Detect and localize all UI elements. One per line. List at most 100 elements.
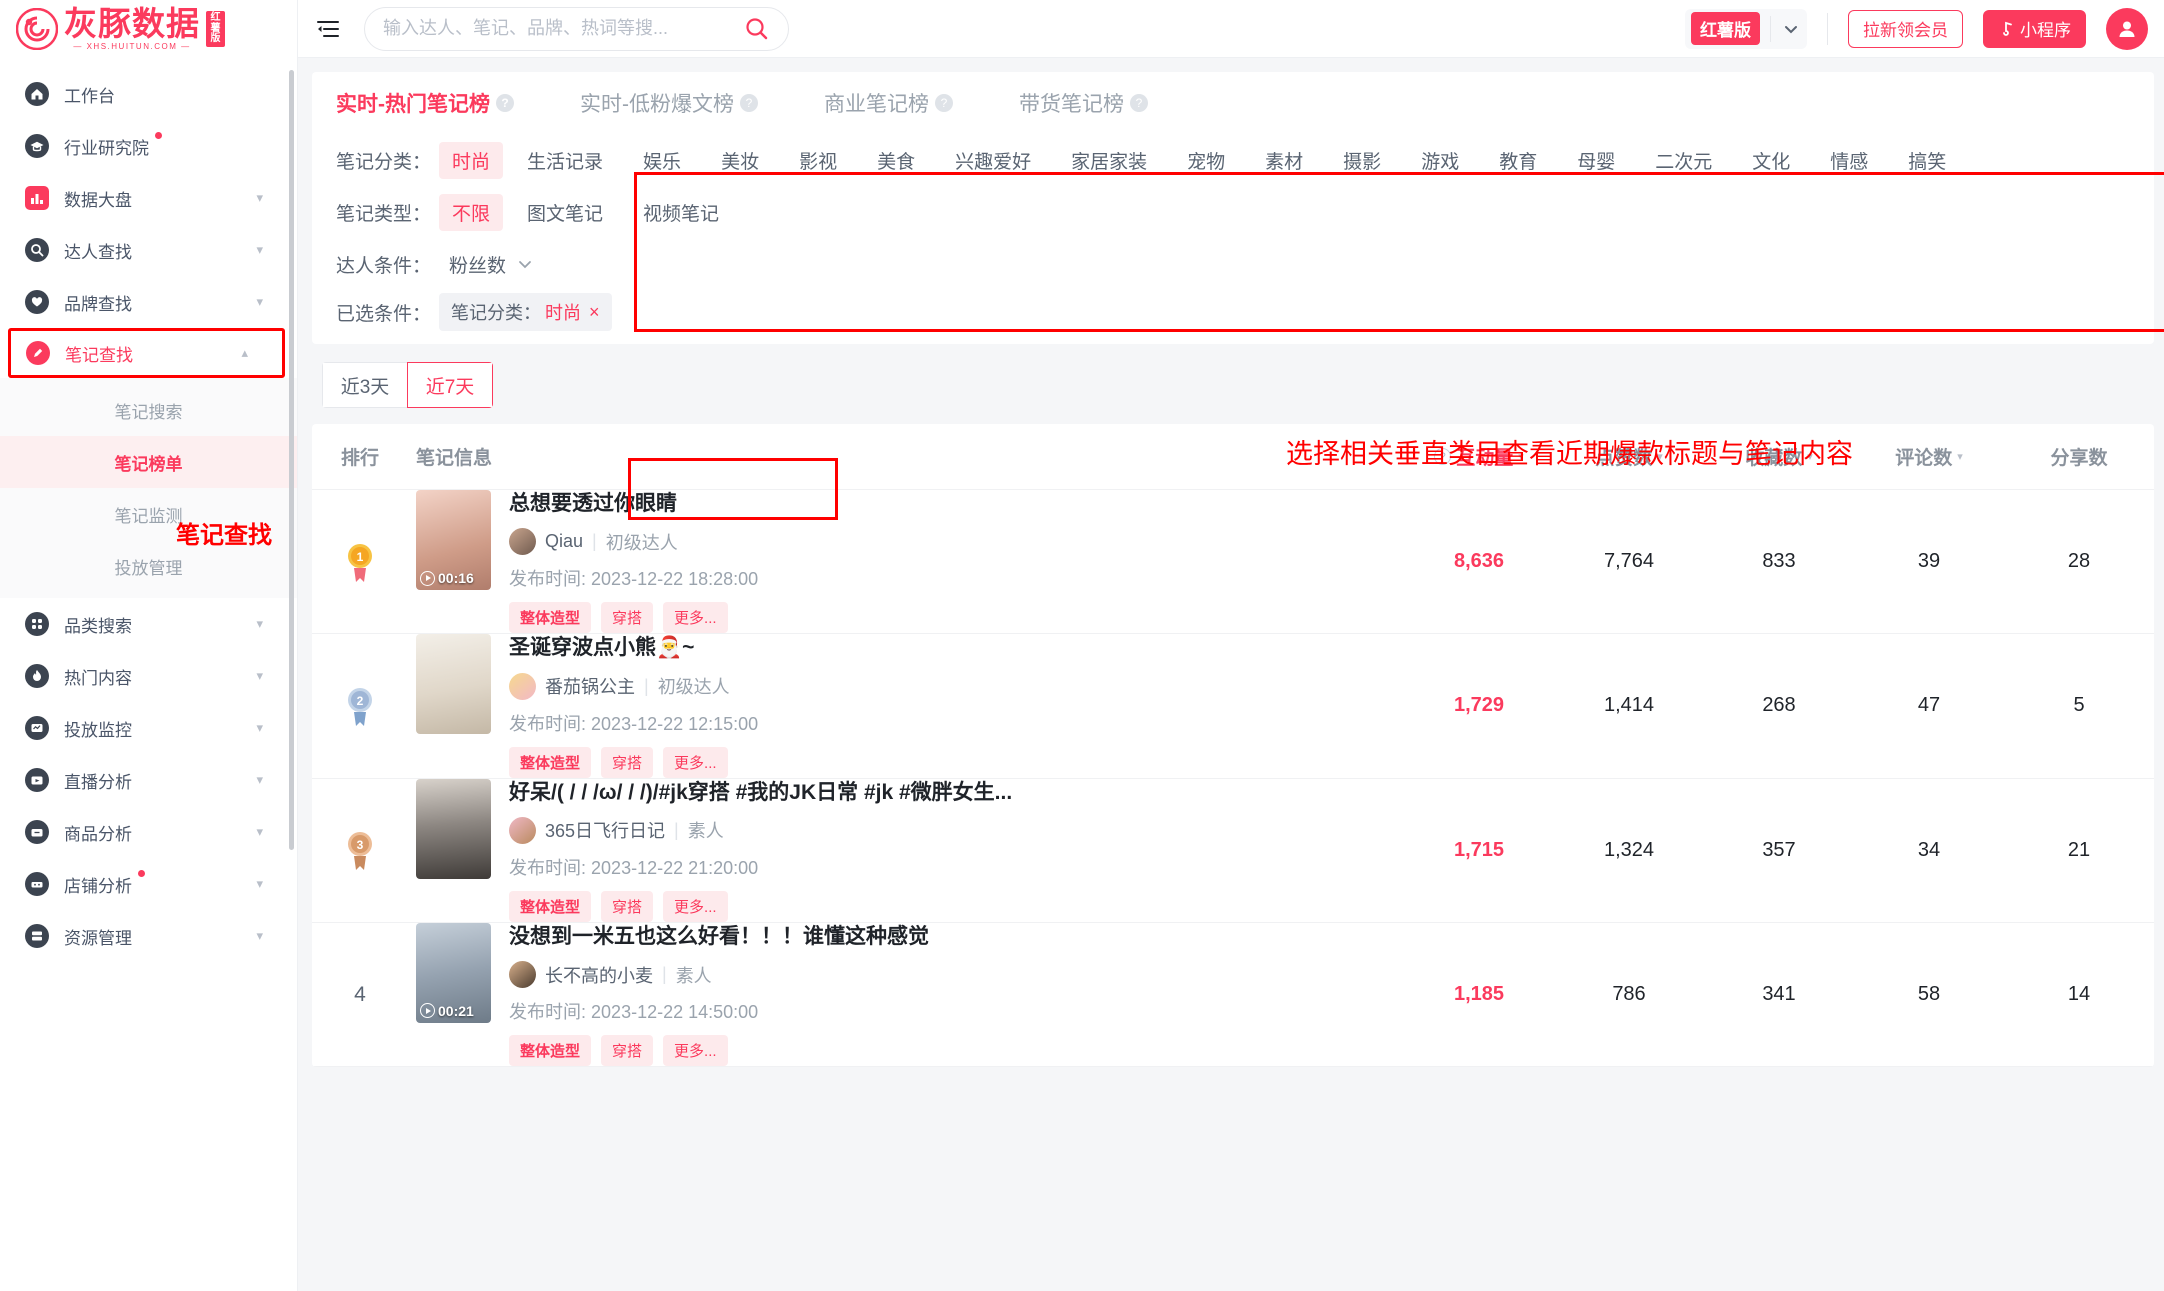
close-icon[interactable]: × <box>589 302 600 323</box>
note-tag[interactable]: 穿搭 <box>601 1035 654 1067</box>
sidebar-item-resource-mgmt[interactable]: 资源管理 ▾ <box>0 910 297 962</box>
note-tag[interactable]: 穿搭 <box>601 890 654 922</box>
collapse-menu-icon[interactable] <box>314 15 342 43</box>
help-icon[interactable]: ? <box>935 94 953 112</box>
search-box[interactable] <box>364 6 789 51</box>
table-row[interactable]: 4 00:21 没想到一米五也这么好看！！！谁懂这种感觉 长不高的小麦 | 素人… <box>312 922 2154 1068</box>
note-title[interactable]: 总想要透过你眼睛 <box>509 490 758 517</box>
note-tag[interactable]: 整体造型 <box>509 890 592 922</box>
search-icon[interactable] <box>744 16 770 42</box>
category-option[interactable]: 生活记录 <box>511 142 619 179</box>
author-line: 长不高的小麦 | 素人 <box>509 961 929 989</box>
miniapp-button[interactable]: 小程序 <box>1983 9 2086 48</box>
note-thumbnail[interactable] <box>416 778 491 879</box>
help-icon[interactable]: ? <box>740 94 758 112</box>
invite-member-button[interactable]: 拉新领会员 <box>1848 9 1963 48</box>
sidebar-subitem-note-ranking[interactable]: 笔记榜单 <box>0 436 297 488</box>
author-name[interactable]: 365日飞行日记 <box>545 817 665 843</box>
sidebar-scrollbar[interactable] <box>289 70 294 850</box>
note-tag[interactable]: 穿搭 <box>601 602 654 634</box>
selected-filter-chip[interactable]: 笔记分类： 时尚 × <box>439 293 612 331</box>
category-option[interactable]: 文化 <box>1736 142 1806 179</box>
note-tag[interactable]: 整体造型 <box>509 746 592 778</box>
avatar[interactable] <box>509 961 536 989</box>
category-option[interactable]: 素材 <box>1249 142 1319 179</box>
interaction-value: 1,185 <box>1453 983 1505 1006</box>
note-title[interactable]: 好呆/( / / /ω/ / /)/#jk穿搭 #我的JK日常 #jk #微胖女… <box>509 779 1012 806</box>
category-option[interactable]: 家居家装 <box>1055 142 1163 179</box>
avatar[interactable] <box>509 816 536 844</box>
sidebar-item-label: 直播分析 <box>64 772 132 792</box>
tab-commercial-notes[interactable]: 商业笔记榜 ? <box>824 88 953 118</box>
note-type-option[interactable]: 图文笔记 <box>511 194 619 231</box>
note-tag[interactable]: 穿搭 <box>601 746 654 778</box>
divider: | <box>644 675 649 696</box>
sidebar-item-product-analysis[interactable]: 商品分析 ▾ <box>0 806 297 858</box>
date-range-3days[interactable]: 近3天 <box>322 362 408 408</box>
sidebar-item-note-search[interactable]: 笔记查找 ▴ <box>8 328 285 378</box>
sidebar-item-live-analysis[interactable]: 直播分析 ▾ <box>0 754 297 806</box>
help-icon[interactable]: ? <box>1130 94 1148 112</box>
category-option[interactable]: 宠物 <box>1171 142 1241 179</box>
category-option[interactable]: 时尚 <box>439 141 504 179</box>
note-tag[interactable]: 整体造型 <box>509 602 592 634</box>
sidebar-item-shop-analysis[interactable]: 店铺分析 ▾ <box>0 858 297 910</box>
notification-dot <box>138 870 145 877</box>
sidebar-item-industry-institute[interactable]: 行业研究院 <box>0 120 297 172</box>
category-option[interactable]: 摄影 <box>1327 142 1397 179</box>
category-option[interactable]: 游戏 <box>1405 142 1475 179</box>
category-option[interactable]: 搞笑 <box>1892 142 1962 179</box>
note-tag[interactable]: 整体造型 <box>509 1035 592 1067</box>
table-row[interactable]: 3 好呆/( / / /ω/ / /)/#jk穿搭 #我的JK日常 #jk #微… <box>312 778 2154 923</box>
table-row[interactable]: 1 00:16 总想要透过你眼睛 Qiau | 初级达人 发布时间: 2023-… <box>312 490 2154 635</box>
help-icon[interactable]: ? <box>496 94 514 112</box>
note-tag-more[interactable]: 更多... <box>663 746 728 778</box>
author-name[interactable]: Qiau <box>545 531 583 552</box>
sidebar-item-creator-search[interactable]: 达人查找 ▾ <box>0 224 297 276</box>
category-option[interactable]: 影视 <box>783 142 853 179</box>
note-tag-more[interactable]: 更多... <box>663 1035 728 1067</box>
tab-realtime-low-fan-hits[interactable]: 实时-低粉爆文榜 ? <box>580 88 758 118</box>
category-option[interactable]: 娱乐 <box>627 142 697 179</box>
avatar[interactable] <box>2106 7 2148 50</box>
author-name[interactable]: 番茄锅公主 <box>545 673 635 699</box>
column-header-shares[interactable]: 分享数 <box>2004 443 2154 470</box>
category-option[interactable]: 情感 <box>1814 142 1884 179</box>
note-thumbnail[interactable] <box>416 634 491 735</box>
category-option[interactable]: 美食 <box>861 142 931 179</box>
note-title[interactable]: 圣诞穿波点小熊🎅~ <box>509 634 758 661</box>
note-tag-more[interactable]: 更多... <box>663 890 728 922</box>
sidebar-item-workbench[interactable]: 工作台 <box>0 68 297 120</box>
note-title[interactable]: 没想到一米五也这么好看！！！谁懂这种感觉 <box>509 923 929 950</box>
chevron-down-icon[interactable] <box>1781 19 1801 39</box>
tab-ecommerce-notes[interactable]: 带货笔记榜 ? <box>1019 88 1148 118</box>
column-header-comments[interactable]: 评论数 ▾ <box>1854 443 2004 470</box>
category-option[interactable]: 二次元 <box>1639 142 1728 179</box>
search-input[interactable] <box>383 18 744 39</box>
tab-realtime-hot-notes[interactable]: 实时-热门笔记榜 ? <box>336 88 514 118</box>
author-name[interactable]: 长不高的小麦 <box>545 962 653 988</box>
version-switcher[interactable]: 红薯版 <box>1685 8 1807 49</box>
note-tag-more[interactable]: 更多... <box>663 602 728 634</box>
creator-fans-dropdown[interactable]: 粉丝数 <box>439 251 534 278</box>
sidebar-item-campaign-monitor[interactable]: 投放监控 ▾ <box>0 702 297 754</box>
logo[interactable]: 灰豚数据 — XHS.HUITUN.COM — 红薯版 <box>0 0 297 58</box>
sidebar-item-hot-content[interactable]: 热门内容 ▾ <box>0 650 297 702</box>
avatar[interactable] <box>509 672 536 700</box>
category-option[interactable]: 教育 <box>1483 142 1553 179</box>
sort-caret-icon[interactable]: ▾ <box>1957 450 1963 463</box>
category-option[interactable]: 兴趣爱好 <box>939 142 1047 179</box>
date-range-7days[interactable]: 近7天 <box>407 362 493 408</box>
table-row[interactable]: 2 圣诞穿波点小熊🎅~ 番茄锅公主 | 初级达人 发布时间: 2023-12-2… <box>312 634 2154 779</box>
note-type-option[interactable]: 不限 <box>439 193 504 231</box>
note-thumbnail[interactable]: 00:21 <box>416 922 491 1023</box>
sidebar-subitem-note-search[interactable]: 笔记搜索 <box>0 384 297 436</box>
category-option[interactable]: 母婴 <box>1561 142 1631 179</box>
sidebar-item-brand-search[interactable]: 品牌查找 ▾ <box>0 276 297 328</box>
sidebar-item-category-search[interactable]: 品类搜索 ▾ <box>0 598 297 650</box>
sidebar-item-data-dashboard[interactable]: 数据大盘 ▾ <box>0 172 297 224</box>
category-option[interactable]: 美妆 <box>705 142 775 179</box>
note-type-option[interactable]: 视频笔记 <box>627 194 735 231</box>
avatar[interactable] <box>509 528 536 556</box>
note-thumbnail[interactable]: 00:16 <box>416 490 491 590</box>
